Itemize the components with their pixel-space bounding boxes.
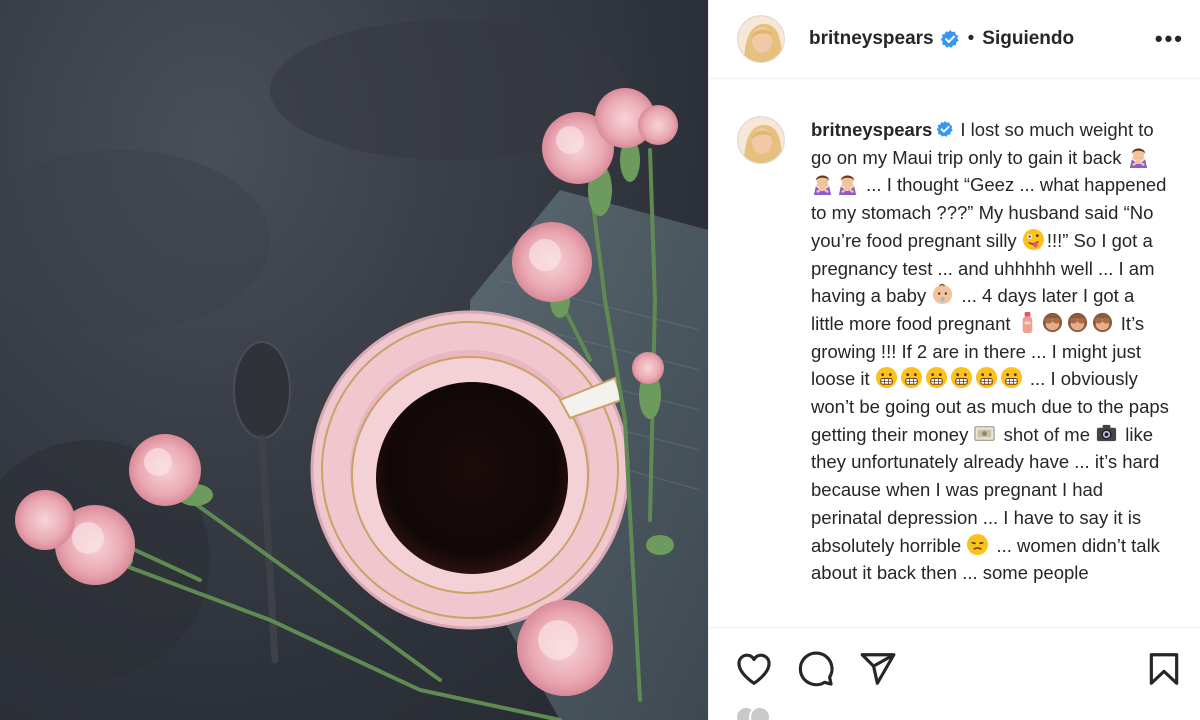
- avatar: [749, 706, 771, 720]
- grimacing-face-emoji: [900, 367, 922, 389]
- caption-avatar[interactable]: [737, 116, 785, 164]
- woman-gesturing-no-emoji: [813, 175, 832, 196]
- camera-emoji: [1097, 424, 1117, 441]
- post-actions-bar: [709, 627, 1200, 720]
- share-icon[interactable]: [859, 650, 897, 688]
- money-bill-emoji: [974, 426, 996, 441]
- woman-gesturing-no-emoji: [1129, 147, 1147, 168]
- see-no-evil-monkey-emoji: [1067, 312, 1087, 333]
- separator-dot: •: [967, 28, 975, 49]
- see-no-evil-monkey-emoji: [1092, 312, 1112, 333]
- caption-area: britneyspears I lost so much weight to go…: [709, 80, 1200, 626]
- woman-gesturing-no-emoji: [838, 175, 857, 196]
- grimacing-face-emoji: [950, 367, 972, 389]
- caption-username-link[interactable]: britneyspears: [811, 119, 932, 140]
- disappointed-face-emoji: [967, 533, 989, 555]
- following-button[interactable]: Siguiendo: [982, 28, 1074, 50]
- caption-segment: shot of me: [1003, 423, 1091, 445]
- heart-icon[interactable]: [735, 650, 773, 688]
- post-side-panel: britneyspears • Siguiendo ••• britneyspe…: [708, 0, 1200, 720]
- grimacing-face-emoji: [925, 367, 947, 389]
- grimacing-face-emoji: [875, 367, 897, 389]
- verified-badge-icon: [940, 30, 959, 48]
- liked-by-avatars[interactable]: [735, 706, 771, 720]
- post-header: britneyspears • Siguiendo •••: [709, 0, 1200, 79]
- verified-badge-icon: [937, 120, 954, 137]
- bookmark-icon[interactable]: [1145, 650, 1183, 688]
- more-options-icon[interactable]: •••: [1155, 26, 1184, 52]
- zany-face-emoji: [1022, 228, 1044, 250]
- caption-text: britneyspears I lost so much weight to go…: [811, 116, 1171, 626]
- coffee-flowers-photo: [0, 20, 708, 720]
- avatar[interactable]: [737, 15, 785, 63]
- see-no-evil-monkey-emoji: [1042, 312, 1062, 333]
- grimacing-face-emoji: [975, 367, 997, 389]
- comment-icon[interactable]: [797, 650, 835, 688]
- grimacing-face-emoji: [1000, 367, 1022, 389]
- post-photo[interactable]: [0, 0, 708, 720]
- bottle-emoji: [1022, 311, 1032, 333]
- username-link[interactable]: britneyspears: [809, 28, 934, 50]
- baby-emoji: [933, 283, 953, 305]
